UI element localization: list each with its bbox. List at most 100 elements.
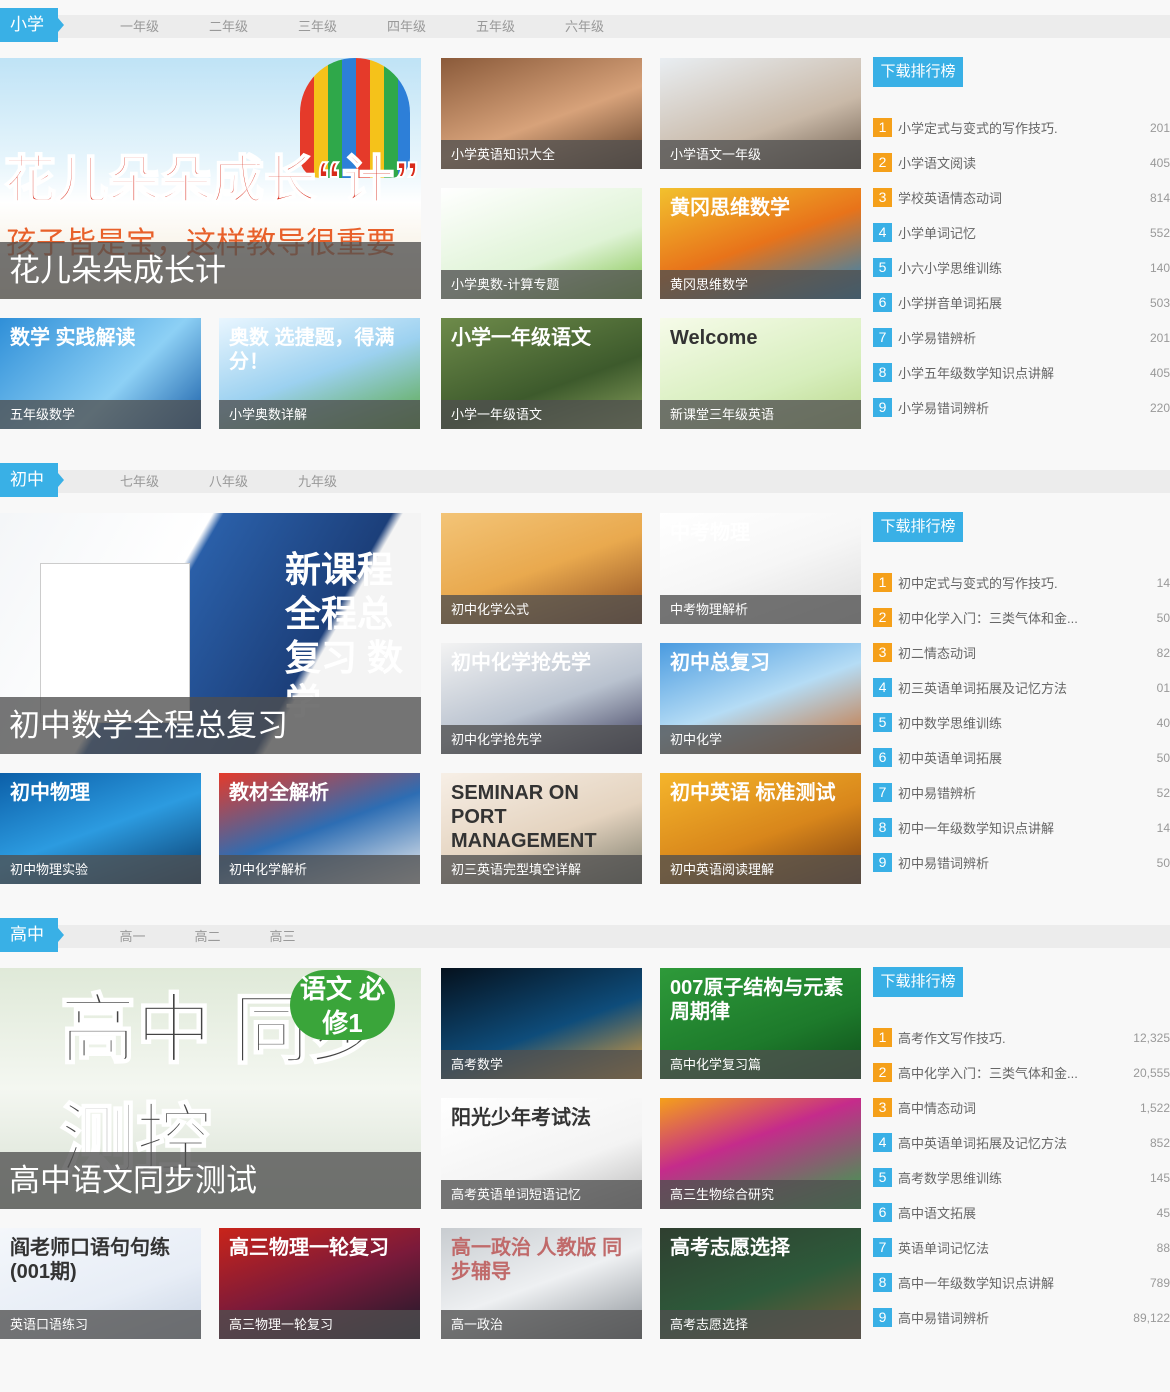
- section-tag[interactable]: 小学: [0, 8, 64, 42]
- grade-tab[interactable]: 七年级: [95, 470, 184, 493]
- rank-item-title[interactable]: 初中易错辨析: [898, 783, 1170, 802]
- course-tile[interactable]: 中考物理 中考物理解析: [660, 513, 861, 624]
- rank-item[interactable]: 9 初中易错词辨析 50: [873, 845, 1170, 880]
- course-tile[interactable]: 007原子结构与元素周期律 高中化学复习篇: [660, 968, 861, 1079]
- rank-item[interactable]: 5 高考数学思维训练 145: [873, 1160, 1170, 1195]
- rank-item-title[interactable]: 小学语文阅读: [898, 153, 1170, 172]
- rank-item[interactable]: 7 初中易错辨析 52: [873, 775, 1170, 810]
- grade-tab[interactable]: 六年级: [540, 15, 629, 38]
- rank-item-title[interactable]: 英语单词记忆法: [898, 1238, 1170, 1257]
- grade-tab[interactable]: 五年级: [451, 15, 540, 38]
- rank-item[interactable]: 8 初中一年级数学知识点讲解 14: [873, 810, 1170, 845]
- rank-item[interactable]: 7 小学易错辨析 201: [873, 320, 1170, 355]
- grade-tab[interactable]: 二年级: [184, 15, 273, 38]
- course-tile[interactable]: 高一政治 人教版 同步辅导 高一政治: [441, 1228, 642, 1339]
- rank-item-title[interactable]: 初中定式与变式的写作技巧.: [898, 573, 1170, 592]
- rank-item-title[interactable]: 高考作文写作技巧.: [898, 1028, 1170, 1047]
- rank-item[interactable]: 4 小学单词记忆 552: [873, 215, 1170, 250]
- rank-item[interactable]: 5 小六小学思维训练 140: [873, 250, 1170, 285]
- rank-item[interactable]: 1 小学定式与变式的写作技巧. 201: [873, 110, 1170, 145]
- rank-item[interactable]: 3 学校英语情态动词 814: [873, 180, 1170, 215]
- rank-download-count: 789: [1149, 1275, 1170, 1290]
- grade-tab[interactable]: 四年级: [362, 15, 451, 38]
- course-tile[interactable]: 小学语文一年级: [660, 58, 861, 169]
- course-tile[interactable]: 初中英语 标准测试 初中英语阅读理解: [660, 773, 861, 884]
- rank-item-title[interactable]: 小学易错辨析: [898, 328, 1170, 347]
- rank-item-title[interactable]: 高中易错词辨析: [898, 1308, 1170, 1327]
- course-tile[interactable]: 小学奥数-计算专题: [441, 188, 642, 299]
- course-tile[interactable]: 阎老师口语句句练(001期) 英语口语练习: [0, 1228, 201, 1339]
- rank-item[interactable]: 2 初中化学入门：三类气体和金... 50: [873, 600, 1170, 635]
- course-tile[interactable]: 小学一年级语文 小学一年级语文: [441, 318, 642, 429]
- rank-download-count: 52: [1156, 785, 1170, 800]
- rank-item-title[interactable]: 小学易错词辨析: [898, 398, 1170, 417]
- featured-tile[interactable]: 花儿朵朵成长“计”孩子皆是宝，这样教导很重要花儿朵朵成长计: [0, 58, 421, 299]
- rank-item-title[interactable]: 高中情态动词: [898, 1098, 1170, 1117]
- rank-item-title[interactable]: 初中易错词辨析: [898, 853, 1170, 872]
- rank-item-title[interactable]: 初中数学思维训练: [898, 713, 1170, 732]
- rank-item-title[interactable]: 初中化学入门：三类气体和金...: [898, 608, 1170, 627]
- course-tile[interactable]: 初中物理 初中物理实验: [0, 773, 201, 884]
- featured-tile[interactable]: 高中 同步测控 语文 必修1 高中语文同步测试: [0, 968, 421, 1209]
- rank-item[interactable]: 7 英语单词记忆法 88: [873, 1230, 1170, 1265]
- rank-item-title[interactable]: 高考数学思维训练: [898, 1168, 1170, 1187]
- tile-caption: 高中化学复习篇: [660, 1050, 861, 1079]
- grade-tab[interactable]: 一年级: [95, 15, 184, 38]
- course-tile[interactable]: 初中总复习 初中化学: [660, 643, 861, 754]
- rank-item-title[interactable]: 高中语文拓展: [898, 1203, 1170, 1222]
- grade-tab[interactable]: 八年级: [184, 470, 273, 493]
- course-tile[interactable]: 奥数 选捷题，得满分！ 小学奥数详解: [219, 318, 420, 429]
- course-tile[interactable]: 教材全解析 初中化学解析: [219, 773, 420, 884]
- rank-item[interactable]: 2 高中化学入门：三类气体和金... 20,555: [873, 1055, 1170, 1090]
- grade-tab[interactable]: 九年级: [273, 470, 362, 493]
- rank-item[interactable]: 9 小学易错词辨析 220: [873, 390, 1170, 425]
- rank-item[interactable]: 5 初中数学思维训练 40: [873, 705, 1170, 740]
- rank-item-title[interactable]: 初二情态动词: [898, 643, 1170, 662]
- rank-item[interactable]: 4 初三英语单词拓展及记忆方法 01: [873, 670, 1170, 705]
- rank-item[interactable]: 1 初中定式与变式的写作技巧. 14: [873, 565, 1170, 600]
- section-tag[interactable]: 初中: [0, 463, 64, 497]
- course-tile[interactable]: Welcome 新课堂三年级英语: [660, 318, 861, 429]
- course-tile[interactable]: 初中化学公式: [441, 513, 642, 624]
- section-tag[interactable]: 高中: [0, 918, 64, 952]
- rank-item[interactable]: 8 小学五年级数学知识点讲解 405: [873, 355, 1170, 390]
- rank-item-title[interactable]: 学校英语情态动词: [898, 188, 1170, 207]
- course-tile[interactable]: SEMINAR ON PORT MANAGEMENT 初三英语完型填空详解: [441, 773, 642, 884]
- rank-item[interactable]: 4 高中英语单词拓展及记忆方法 852: [873, 1125, 1170, 1160]
- featured-tile[interactable]: 新课程 全程总复习 数学初中数学全程总复习: [0, 513, 421, 754]
- rank-item-title[interactable]: 高中英语单词拓展及记忆方法: [898, 1133, 1170, 1152]
- rank-item[interactable]: 9 高中易错词辨析 89,122: [873, 1300, 1170, 1335]
- rank-item-title[interactable]: 小六小学思维训练: [898, 258, 1170, 277]
- rank-item[interactable]: 1 高考作文写作技巧. 12,325: [873, 1020, 1170, 1055]
- course-tile[interactable]: 高三生物综合研究: [660, 1098, 861, 1209]
- course-tile[interactable]: 黄冈思维数学 黄冈思维数学: [660, 188, 861, 299]
- rank-number: 7: [873, 1238, 892, 1257]
- course-tile[interactable]: 数学 实践解读 五年级数学: [0, 318, 201, 429]
- grade-tab[interactable]: 高三: [245, 925, 320, 948]
- course-tile[interactable]: 小学英语知识大全: [441, 58, 642, 169]
- rank-item-title[interactable]: 小学五年级数学知识点讲解: [898, 363, 1170, 382]
- course-tile[interactable]: 初中化学抢先学 初中化学抢先学: [441, 643, 642, 754]
- grade-tab[interactable]: 高二: [170, 925, 245, 948]
- course-tile[interactable]: 高考志愿选择 高考志愿选择: [660, 1228, 861, 1339]
- rank-item-title[interactable]: 高中一年级数学知识点讲解: [898, 1273, 1170, 1292]
- rank-item-title[interactable]: 初中英语单词拓展: [898, 748, 1170, 767]
- grade-tab[interactable]: 高一: [95, 925, 170, 948]
- course-tile[interactable]: 高考数学: [441, 968, 642, 1079]
- course-tile[interactable]: 高三物理一轮复习 高三物理一轮复习: [219, 1228, 420, 1339]
- grade-tab[interactable]: 三年级: [273, 15, 362, 38]
- rank-item[interactable]: 8 高中一年级数学知识点讲解 789: [873, 1265, 1170, 1300]
- rank-item-title[interactable]: 小学单词记忆: [898, 223, 1170, 242]
- rank-item-title[interactable]: 小学定式与变式的写作技巧.: [898, 118, 1170, 137]
- rank-item[interactable]: 6 高中语文拓展 45: [873, 1195, 1170, 1230]
- rank-item[interactable]: 2 小学语文阅读 405: [873, 145, 1170, 180]
- rank-item-title[interactable]: 初中一年级数学知识点讲解: [898, 818, 1170, 837]
- rank-item[interactable]: 3 初二情态动词 82: [873, 635, 1170, 670]
- rank-item[interactable]: 3 高中情态动词 1,522: [873, 1090, 1170, 1125]
- rank-item-title[interactable]: 初三英语单词拓展及记忆方法: [898, 678, 1170, 697]
- course-tile[interactable]: 阳光少年考试法 高考英语单词短语记忆: [441, 1098, 642, 1209]
- rank-item[interactable]: 6 小学拼音单词拓展 503: [873, 285, 1170, 320]
- rank-item-title[interactable]: 高中化学入门：三类气体和金...: [898, 1063, 1170, 1082]
- rank-item-title[interactable]: 小学拼音单词拓展: [898, 293, 1170, 312]
- rank-item[interactable]: 6 初中英语单词拓展 50: [873, 740, 1170, 775]
